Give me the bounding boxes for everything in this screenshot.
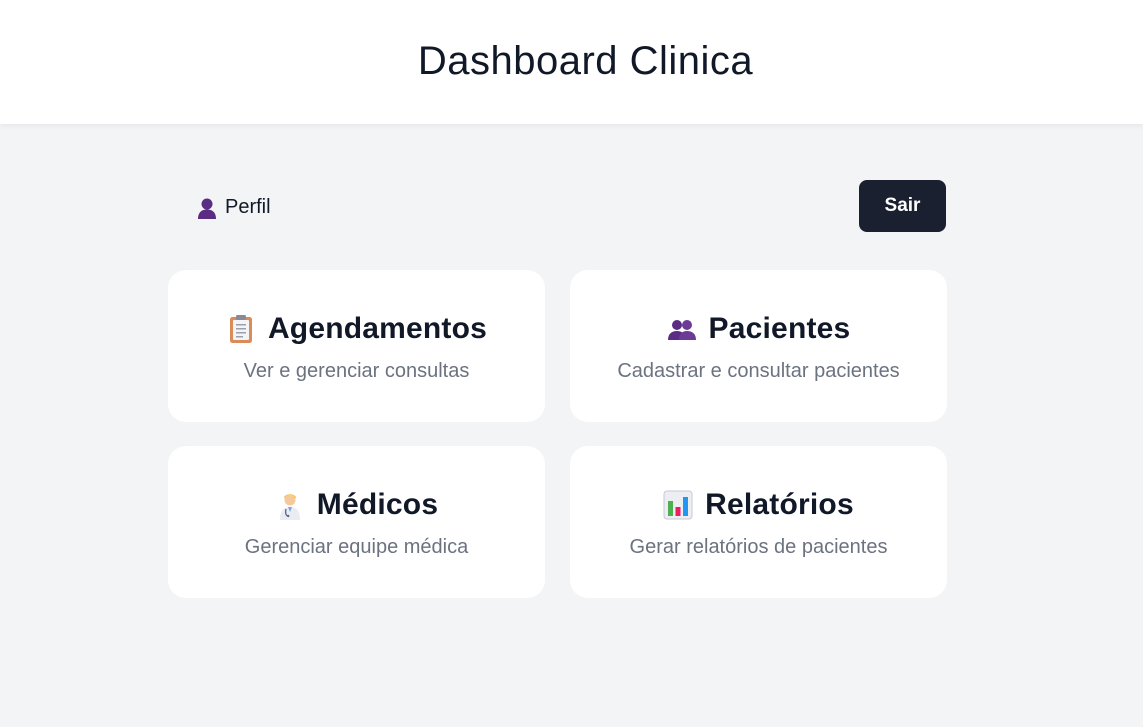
user-icon xyxy=(198,198,216,219)
users-icon xyxy=(667,320,696,340)
profile-label: Perfil xyxy=(225,196,271,218)
card-header: Relatórios xyxy=(663,488,854,522)
card-header: Médicos xyxy=(275,488,438,522)
logout-button[interactable]: Sair xyxy=(859,180,946,232)
card-header: Agendamentos xyxy=(226,312,487,346)
card-pacientes[interactable]: Pacientes Cadastrar e consultar paciente… xyxy=(570,270,947,422)
card-description: Cadastrar e consultar pacientes xyxy=(617,360,900,382)
card-agendamentos[interactable]: Agendamentos Ver e gerenciar consultas xyxy=(168,270,545,422)
bar-chart-icon xyxy=(663,490,693,520)
profile-link[interactable]: Perfil xyxy=(197,196,271,219)
card-title: Agendamentos xyxy=(267,312,488,345)
card-medicos[interactable]: Médicos Gerenciar equipe médica xyxy=(168,446,545,598)
card-relatorios[interactable]: Relatórios Gerar relatórios de pacientes xyxy=(570,446,947,598)
card-title: Relatórios xyxy=(705,488,854,521)
card-header: Pacientes xyxy=(667,312,851,346)
doctor-icon xyxy=(279,494,300,520)
card-description: Gerar relatórios de pacientes xyxy=(629,536,888,558)
page-title: Dashboard Clinica xyxy=(417,38,754,83)
clipboard-icon xyxy=(229,315,252,343)
page-header: Dashboard Clinica xyxy=(0,0,1143,124)
card-title: Pacientes xyxy=(708,312,851,345)
card-title: Médicos xyxy=(316,488,439,521)
top-actions-bar: Perfil Sair xyxy=(168,180,946,232)
card-description: Ver e gerenciar consultas xyxy=(243,360,470,382)
card-description: Gerenciar equipe médica xyxy=(244,536,469,558)
